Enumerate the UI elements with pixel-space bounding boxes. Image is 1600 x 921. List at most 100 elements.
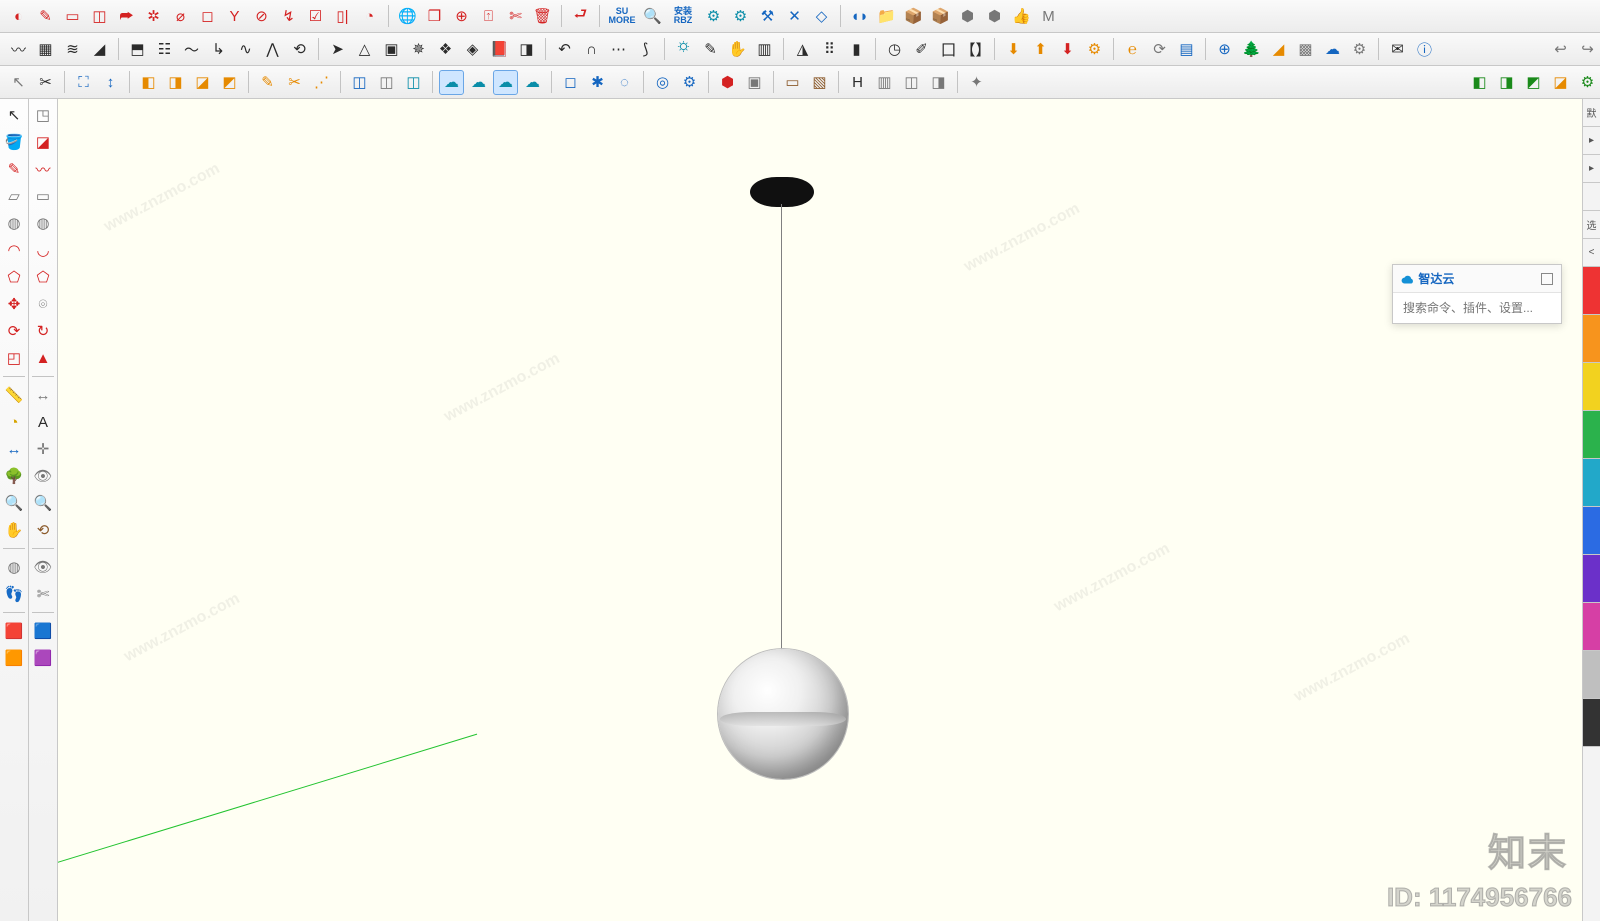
- persp3-icon[interactable]: ◨: [926, 70, 951, 95]
- dl2-icon[interactable]: ⬆: [1028, 37, 1053, 62]
- box-orange2-icon[interactable]: ◨: [163, 70, 188, 95]
- select-tool-icon[interactable]: ↖: [2, 103, 26, 127]
- dome-icon[interactable]: ∩: [579, 37, 604, 62]
- brush-icon[interactable]: ✐: [909, 37, 934, 62]
- spray-icon[interactable]: ✵: [406, 37, 431, 62]
- cube-alt-icon[interactable]: ◳: [31, 103, 55, 127]
- box-icon[interactable]: ▣: [379, 37, 404, 62]
- cut-alt-icon[interactable]: ✄: [503, 4, 528, 29]
- component3-icon[interactable]: 🟦: [31, 619, 55, 643]
- eye-tool-icon[interactable]: 👁: [31, 555, 55, 579]
- right-rail-tab[interactable]: ▸: [1583, 155, 1600, 183]
- panel-collapse-icon[interactable]: [1541, 273, 1553, 285]
- right-rail-tab[interactable]: <: [1583, 239, 1600, 267]
- install-rbz-text[interactable]: 安装RBZ: [667, 7, 699, 25]
- protractor-icon[interactable]: ◔: [2, 410, 26, 434]
- right-rail-color[interactable]: [1583, 411, 1600, 459]
- component4-icon[interactable]: 🟪: [31, 646, 55, 670]
- cloud-up-icon[interactable]: ☁: [1320, 37, 1345, 62]
- target2-icon[interactable]: ◎: [650, 70, 675, 95]
- dl3-icon[interactable]: ⬇: [1055, 37, 1080, 62]
- mat2-icon[interactable]: ◨: [1494, 70, 1519, 95]
- refresh2-icon[interactable]: ⟳: [1147, 37, 1172, 62]
- nodes-icon[interactable]: ✱: [585, 70, 610, 95]
- enter-icon[interactable]: ⮐: [568, 4, 593, 29]
- layers-icon[interactable]: ≋: [60, 37, 85, 62]
- shape2-icon[interactable]: ☷: [152, 37, 177, 62]
- curve2-icon[interactable]: 〜: [179, 37, 204, 62]
- mat1-icon[interactable]: ◧: [1467, 70, 1492, 95]
- check-icon[interactable]: ☑: [303, 4, 328, 29]
- signal-icon[interactable]: ◢: [87, 37, 112, 62]
- package3-icon[interactable]: ⬢: [955, 4, 980, 29]
- grid-icon[interactable]: ▦: [33, 37, 58, 62]
- path-icon[interactable]: ↯: [276, 4, 301, 29]
- redo2-icon[interactable]: ↪: [1575, 37, 1600, 62]
- sweep-icon[interactable]: ◐: [6, 4, 31, 29]
- gear5-icon[interactable]: ⚙: [677, 70, 702, 95]
- persp-icon[interactable]: ▥: [872, 70, 897, 95]
- filter-icon[interactable]: ◈: [460, 37, 485, 62]
- bracket2-icon[interactable]: 【】: [963, 37, 988, 62]
- tape-tool-icon[interactable]: 📏: [2, 383, 26, 407]
- scissor-icon[interactable]: ✂: [282, 70, 307, 95]
- box-orange1-icon[interactable]: ◧: [136, 70, 161, 95]
- dots-icon[interactable]: ⋯: [606, 37, 631, 62]
- look-icon[interactable]: 👁: [31, 464, 55, 488]
- thumbs-icon[interactable]: 👍: [1009, 4, 1034, 29]
- m-icon[interactable]: M: [1036, 4, 1061, 29]
- right-rail-color[interactable]: [1583, 603, 1600, 651]
- right-rail-color[interactable]: [1583, 651, 1600, 699]
- package1-icon[interactable]: 📦: [901, 4, 926, 29]
- axes-tool-icon[interactable]: ↔: [2, 437, 26, 461]
- wine-icon[interactable]: Y: [222, 4, 247, 29]
- section-tool-icon[interactable]: ◍: [2, 555, 26, 579]
- zhidayun-panel-header[interactable]: 智达云: [1393, 265, 1561, 293]
- window-icon[interactable]: ▭: [60, 4, 85, 29]
- trash-icon[interactable]: 🗑: [530, 4, 555, 29]
- hand-icon[interactable]: ✋: [725, 37, 750, 62]
- anchor-icon[interactable]: ↳: [206, 37, 231, 62]
- cloud4-icon[interactable]: ☁: [520, 70, 545, 95]
- paint-bucket-icon[interactable]: 🪣: [2, 130, 26, 154]
- effect1-icon[interactable]: ✦: [964, 70, 989, 95]
- dotpath-icon[interactable]: ⋰: [309, 70, 334, 95]
- matgear-icon[interactable]: ⚙: [1575, 70, 1600, 95]
- cancel-icon[interactable]: ⊘: [249, 4, 274, 29]
- lasso-icon[interactable]: ◔: [357, 4, 382, 29]
- right-rail-color[interactable]: [1583, 507, 1600, 555]
- text-label-icon[interactable]: A: [31, 410, 55, 434]
- nodes2-icon[interactable]: ◌: [612, 70, 637, 95]
- wave-icon[interactable]: ∿: [233, 37, 258, 62]
- cube2-icon[interactable]: ◨: [514, 37, 539, 62]
- right-rail-color[interactable]: [1583, 315, 1600, 363]
- zoom-ext-icon[interactable]: 🔍: [31, 491, 55, 515]
- cube3d-icon[interactable]: ❒: [422, 4, 447, 29]
- right-rail-color[interactable]: [1583, 459, 1600, 507]
- search-icon[interactable]: 🔍: [640, 4, 665, 29]
- curve3-icon[interactable]: ⟆: [633, 37, 658, 62]
- persp2-icon[interactable]: ◫: [899, 70, 924, 95]
- book2-icon[interactable]: 📕: [487, 37, 512, 62]
- arrow-up-box-icon[interactable]: ⍐: [476, 4, 501, 29]
- tools2-icon[interactable]: ✕: [782, 4, 807, 29]
- mail-icon[interactable]: ✉: [1385, 37, 1410, 62]
- cube-icon[interactable]: ◻: [195, 4, 220, 29]
- shape1-icon[interactable]: ⬒: [125, 37, 150, 62]
- position-icon[interactable]: ✛: [31, 437, 55, 461]
- seal-icon[interactable]: 囗: [936, 37, 961, 62]
- tree-icon[interactable]: 🌲: [1239, 37, 1264, 62]
- zhidayun-search-input[interactable]: [1393, 293, 1561, 323]
- script1-icon[interactable]: ◫: [347, 70, 372, 95]
- collab-icon[interactable]: ◻: [558, 70, 583, 95]
- right-rail-color[interactable]: [1583, 555, 1600, 603]
- columns-icon[interactable]: ▥: [752, 37, 777, 62]
- box-orange3-icon[interactable]: ◪: [190, 70, 215, 95]
- script3-icon[interactable]: ◫: [401, 70, 426, 95]
- package4-icon[interactable]: ⬢: [982, 4, 1007, 29]
- cloud2-icon[interactable]: ☁: [466, 70, 491, 95]
- gear2-icon[interactable]: ⚙: [728, 4, 753, 29]
- info-icon[interactable]: ⓘ: [1412, 37, 1437, 62]
- right-rail-tab[interactable]: ▸: [1583, 127, 1600, 155]
- component2-icon[interactable]: 🟧: [2, 646, 26, 670]
